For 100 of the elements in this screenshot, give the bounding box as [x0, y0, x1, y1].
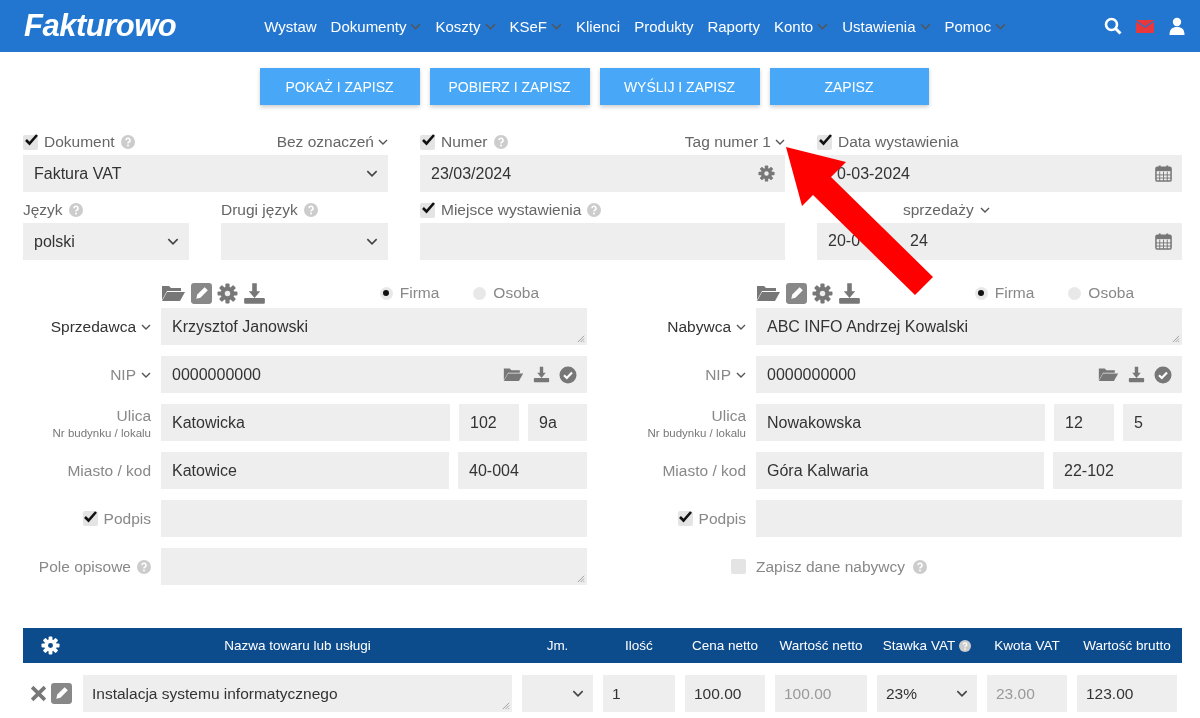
checkbox-label: Podpis — [698, 509, 746, 528]
column-header: Jm. — [546, 638, 569, 653]
nav-link[interactable]: Produkty — [634, 17, 694, 35]
download-icon[interactable] — [1128, 366, 1145, 383]
radio-button[interactable] — [974, 286, 988, 300]
nav-link[interactable]: Raporty — [707, 17, 760, 35]
edit-icon[interactable] — [191, 282, 212, 304]
nav-link[interactable]: KSeF — [509, 17, 562, 35]
checkbox[interactable] — [420, 202, 435, 218]
chevron-icon — [979, 207, 990, 213]
role-dropdown[interactable]: Sprzedawca — [50, 317, 136, 336]
role-dropdown[interactable]: Nabywca — [667, 317, 731, 336]
nip-field[interactable]: 0000000000 — [161, 356, 587, 393]
field-label: Drugi język — [221, 201, 298, 219]
language-select[interactable]: polski — [23, 223, 189, 260]
folder-icon[interactable] — [756, 283, 781, 303]
checkbox[interactable] — [82, 511, 98, 526]
checkbox[interactable] — [677, 511, 693, 526]
field-label: Ulica — [116, 406, 151, 425]
edit-icon[interactable] — [51, 683, 72, 704]
nip-field[interactable]: 0000000000 — [756, 356, 1182, 393]
chevron-icon — [956, 690, 968, 697]
checkbox[interactable] — [731, 559, 746, 574]
download-icon[interactable] — [838, 281, 861, 305]
download-icon[interactable] — [243, 281, 266, 305]
party-name-field[interactable]: ABC INFO Andrzej Kowalski — [756, 308, 1182, 345]
calendar-icon[interactable] — [1155, 233, 1172, 250]
unit-number-field[interactable]: 5 — [1123, 404, 1182, 441]
field-label: Dokument — [44, 133, 115, 151]
postal-code-field[interactable]: 22-102 — [1053, 452, 1182, 489]
download-icon[interactable] — [533, 366, 550, 383]
gear-icon[interactable] — [41, 636, 60, 655]
select-field[interactable] — [522, 675, 593, 712]
user-icon[interactable] — [1168, 17, 1186, 35]
checkbox[interactable] — [23, 134, 38, 150]
city-field[interactable]: Katowice — [161, 452, 449, 489]
calendar-icon[interactable] — [1155, 165, 1172, 182]
folder-icon[interactable] — [161, 283, 186, 303]
resize-handle-icon[interactable] — [1171, 334, 1180, 343]
nav-link[interactable]: Koszty — [435, 17, 496, 35]
select-field[interactable]: 23% — [877, 675, 977, 712]
field-label: Numer — [441, 133, 488, 151]
chevron-icon — [775, 139, 785, 145]
gear-icon[interactable] — [217, 282, 238, 304]
description-field[interactable] — [161, 548, 587, 585]
tag-dropdown[interactable]: Tag numer 1 — [684, 133, 785, 151]
nav-link[interactable]: Klienci — [576, 17, 621, 35]
resize-handle-icon[interactable] — [576, 334, 585, 343]
nav-link[interactable]: Pomoc — [944, 17, 1007, 35]
nav-link[interactable]: Wystaw — [264, 17, 317, 35]
nav-link[interactable]: Ustawienia — [842, 17, 931, 35]
chevron-icon — [167, 238, 179, 245]
input-field[interactable]: 100.00 — [685, 675, 765, 712]
column-header: Cena netto — [691, 638, 759, 653]
resize-handle-icon[interactable] — [576, 574, 585, 583]
item-name-field[interactable]: Instalacja systemu informatycznego — [83, 675, 512, 712]
readonly-field: 23.00 — [987, 675, 1067, 712]
street-field[interactable]: Katowicka — [161, 404, 450, 441]
gear-icon[interactable] — [758, 165, 775, 182]
search-icon[interactable] — [1104, 17, 1122, 35]
street-field[interactable]: Nowakowska — [756, 404, 1045, 441]
checkbox[interactable] — [817, 134, 832, 150]
building-number-field[interactable]: 102 — [459, 404, 519, 441]
field-sublabel: Nr budynku / lokalu — [52, 426, 151, 439]
gear-icon[interactable] — [812, 282, 833, 304]
party-name-field[interactable]: Krzysztof Janowski — [161, 308, 587, 345]
delete-icon[interactable] — [30, 685, 47, 702]
unit-number-field[interactable]: 9a — [528, 404, 587, 441]
column-header: Wartość brutto — [1083, 638, 1171, 653]
logo[interactable]: Fakturowo — [24, 8, 177, 44]
postal-code-field[interactable]: 40-004 — [458, 452, 587, 489]
chevron-icon — [366, 170, 378, 177]
city-field[interactable]: Góra Kalwaria — [756, 452, 1044, 489]
nav-link[interactable]: Konto — [773, 17, 829, 35]
checkbox[interactable] — [420, 134, 435, 150]
marking-dropdown[interactable]: Bez oznaczeń — [276, 133, 388, 151]
document-type-select[interactable]: Faktura VAT — [23, 155, 388, 192]
checkbox-label: Zapisz dane nabywcy — [756, 557, 906, 576]
check-circle-icon[interactable] — [559, 365, 577, 384]
field-label: Ulica — [711, 406, 746, 425]
nip-dropdown[interactable]: NIP — [110, 365, 136, 384]
building-number-field[interactable]: 12 — [1054, 404, 1114, 441]
radio-button[interactable] — [379, 286, 393, 300]
field-label: Język — [23, 201, 63, 219]
resize-handle-icon[interactable] — [501, 701, 510, 710]
issue-date-field[interactable]: 0-03-2024 — [817, 155, 1182, 192]
nip-dropdown[interactable]: NIP — [705, 365, 731, 384]
chevron-icon — [141, 371, 151, 378]
folder-icon[interactable] — [1098, 366, 1119, 383]
edit-icon[interactable] — [786, 282, 807, 304]
number-field[interactable]: 23/03/2024 — [420, 155, 785, 192]
check-circle-icon[interactable] — [1154, 365, 1172, 384]
column-header: Stawka VAT — [882, 638, 956, 653]
input-field[interactable]: 123.00 — [1077, 675, 1177, 712]
column-header: Ilość — [625, 638, 653, 653]
folder-icon[interactable] — [503, 366, 524, 383]
nav-link[interactable]: Dokumenty — [330, 17, 422, 35]
chevron-icon — [366, 238, 378, 245]
input-field[interactable]: 1 — [603, 675, 675, 712]
radio-label: Osoba — [493, 284, 539, 302]
